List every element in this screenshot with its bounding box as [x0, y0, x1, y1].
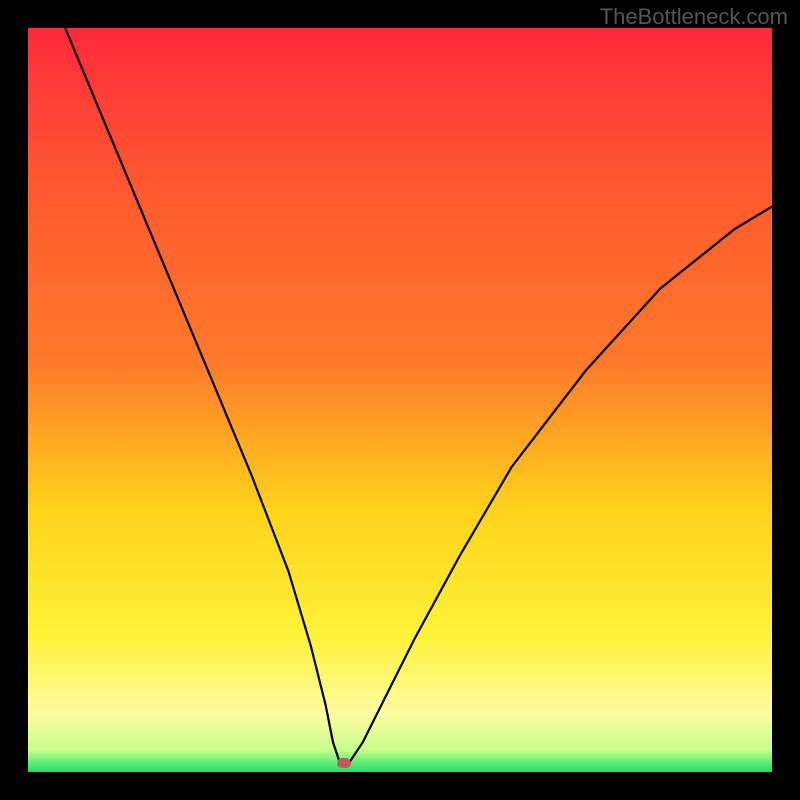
- watermark-text: TheBottleneck.com: [600, 4, 788, 30]
- bottleneck-curve: [28, 28, 772, 772]
- chart-plot-area: [28, 28, 772, 772]
- optimal-point-marker: [337, 758, 351, 768]
